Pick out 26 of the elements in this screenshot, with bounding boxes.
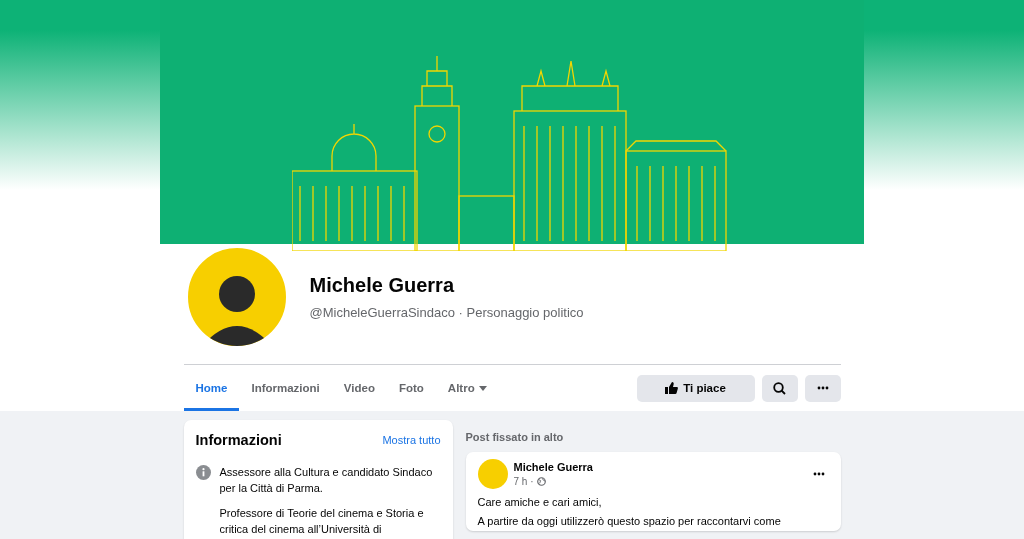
- post-text: A partire da oggi utilizzerò questo spazio per raccontarvi come: [477, 515, 782, 527]
- caret-icon: [478, 385, 487, 391]
- section-heading: Post fissato in alto: [465, 431, 565, 443]
- search-button[interactable]: [761, 374, 798, 402]
- profile-subtitle: @MicheleGuerraSindaco · Personaggio politico: [309, 305, 584, 320]
- search-icon: [773, 381, 786, 395]
- about-text: Assessore alla Cultura e candidato Sindaco per la Città di Parma.: [219, 465, 434, 496]
- profile-name: Michele Guerra: [309, 274, 456, 297]
- about-text: Professore di Teorie del cinema e Storia e critica del cinema all’Università di: [219, 506, 425, 537]
- profile-tab[interactable]: Foto: [386, 365, 436, 411]
- globe-icon: [536, 477, 546, 486]
- profile-tab[interactable]: Video: [331, 365, 387, 411]
- profile-tab[interactable]: Home: [183, 365, 240, 411]
- thumbs-up-icon: [665, 382, 679, 394]
- show-all-link[interactable]: Mostra tutto: [382, 434, 441, 446]
- like-button[interactable]: Ti piace: [636, 374, 755, 402]
- post-time[interactable]: 7 h ·: [513, 476, 534, 487]
- profile-tab[interactable]: Informazioni: [239, 365, 332, 411]
- more-icon: [812, 472, 825, 476]
- card-title: Informazioni: [195, 432, 282, 448]
- post-author[interactable]: Michele Guerra: [513, 461, 593, 473]
- more-icon: [816, 386, 829, 390]
- info-icon: [195, 465, 211, 480]
- post-text: Care amiche e cari amici,: [477, 496, 603, 508]
- avatar-placeholder: [477, 459, 508, 489]
- profile-tab[interactable]: Altro: [435, 365, 499, 411]
